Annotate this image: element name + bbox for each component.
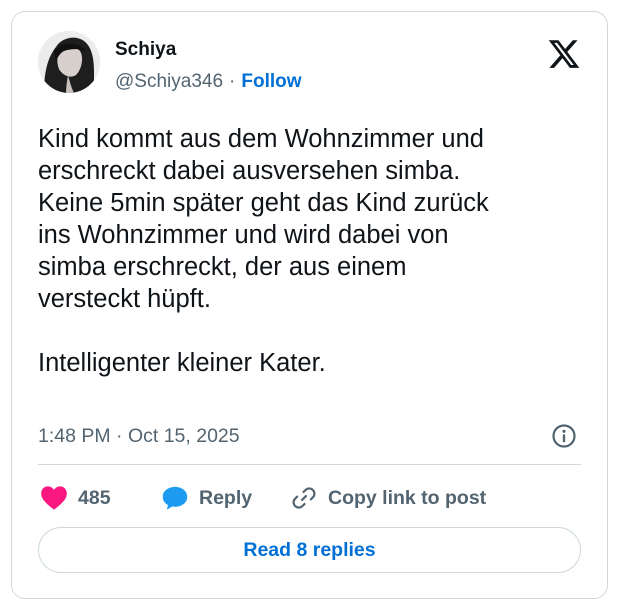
like-count: 485 (78, 486, 111, 509)
author-handle[interactable]: @Schiya346 (115, 71, 223, 92)
copy-link-label: Copy link to post (328, 486, 487, 509)
x-logo-icon[interactable] (547, 37, 581, 71)
read-replies-label: Read 8 replies (243, 538, 376, 561)
author-handle-line: @Schiya346 · Follow (115, 70, 302, 94)
divider (38, 464, 581, 465)
tweet-timestamp[interactable]: 1:48 PM · Oct 15, 2025 (38, 424, 240, 448)
speech-bubble-icon (162, 486, 188, 510)
reply-label: Reply (199, 486, 253, 509)
copy-link-button[interactable]: Copy link to post (290, 484, 486, 512)
avatar[interactable] (38, 31, 100, 93)
info-icon[interactable] (551, 423, 577, 449)
follow-button[interactable]: Follow (241, 71, 301, 92)
tweet-card: Schiya @Schiya346 · Follow Kind kommt aus … (11, 11, 608, 599)
read-replies-button[interactable]: Read 8 replies (38, 527, 581, 573)
avatar-image (38, 31, 100, 93)
author-display-name[interactable]: Schiya (115, 38, 176, 62)
heart-icon (41, 486, 67, 510)
link-icon (292, 487, 316, 509)
reply-button[interactable]: Reply (161, 484, 252, 512)
like-button[interactable]: 485 (40, 484, 111, 512)
separator-dot: · (229, 71, 236, 92)
tweet-text: Kind kommt aus dem Wohnzimmer und erschr… (38, 125, 489, 377)
